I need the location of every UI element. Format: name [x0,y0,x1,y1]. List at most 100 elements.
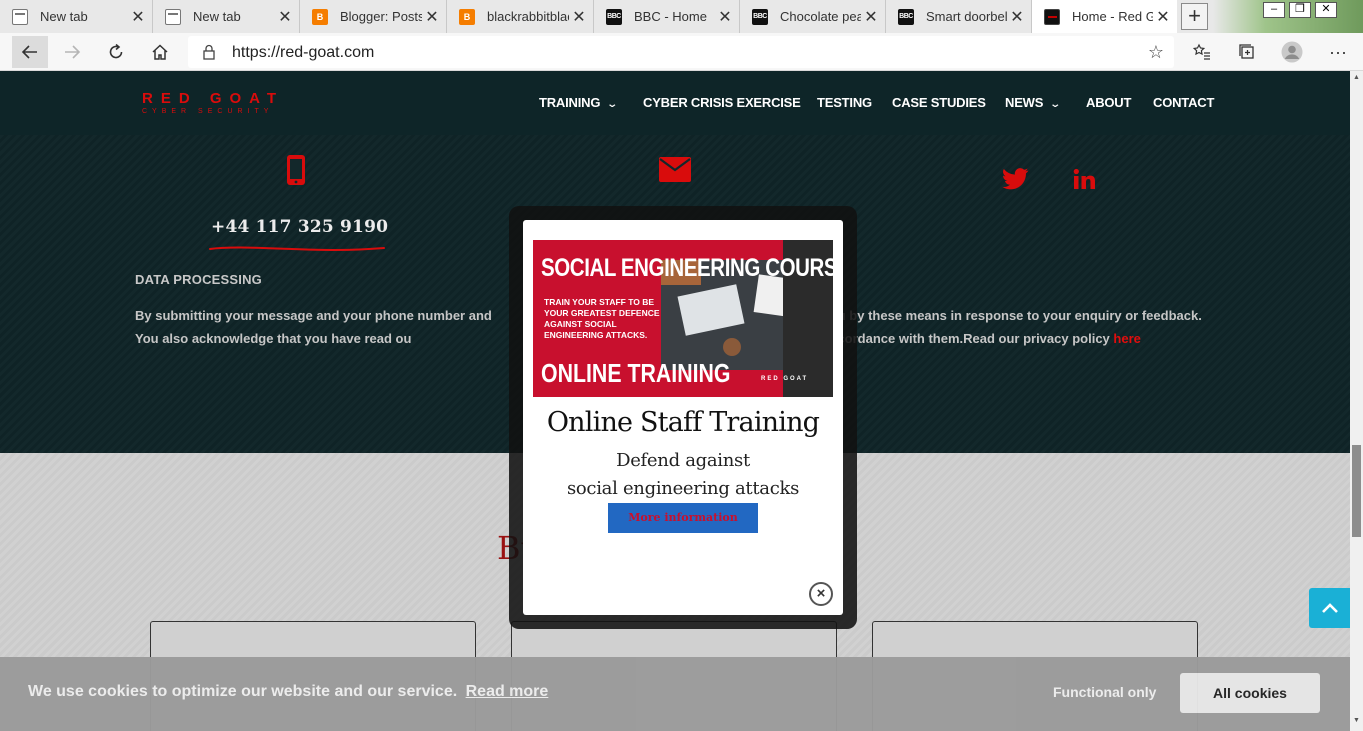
arrow-left-icon [21,45,37,59]
favorite-star-icon[interactable]: ☆ [1148,42,1164,63]
tab-title: Smart doorbell [926,9,1007,24]
tab-title: BBC - Home [634,9,707,24]
popup-title: Online Staff Training [546,407,820,438]
training-popup: SOCIAL ENGINEERING COURSE TRAIN YOUR STA… [523,220,843,615]
home-button[interactable] [144,36,176,68]
popup-subtitle-line1: Defend against [616,450,750,471]
bbc-icon: BBC [898,8,914,25]
browser-tab-active[interactable]: Home - Red G ✕ [1032,0,1177,33]
banner-title: SOCIAL ENGINEERING COURSE [541,254,833,282]
close-window-icon[interactable]: ✕ [1315,2,1337,18]
red-goat-icon [1044,8,1060,25]
restore-icon[interactable]: ❐ [1289,2,1311,18]
refresh-icon [109,43,123,59]
forward-button[interactable] [56,36,88,68]
new-tab-button[interactable]: + [1181,3,1208,30]
close-tab-icon[interactable]: ✕ [1153,7,1173,27]
chevron-down-icon: ⌄ [606,99,619,110]
scroll-up-icon[interactable]: ▲ [1353,74,1360,81]
browser-tab-strip: New tab ✕ New tab ✕ B Blogger: Posts ✕ B… [0,0,1363,33]
cookie-message: We use cookies to optimize our website a… [28,683,548,701]
tab-title: blackrabbitblac [487,9,569,24]
nav-news[interactable]: NEWS ⌄ [1005,95,1061,110]
close-tab-icon[interactable]: ✕ [422,7,442,27]
blogger-icon: B [312,8,328,25]
browser-toolbar: https://red-goat.com ☆ ··· [0,33,1363,71]
red-goat-logo[interactable]: RED GOAT CYBER SECURITY [142,90,284,115]
envelope-icon[interactable] [659,157,691,182]
popup-subtitle-line2: social engineering attacks [566,478,800,499]
nav-case-studies[interactable]: CASE STUDIES [892,95,986,110]
tab-title: Home - Red G [1072,9,1153,24]
nav-testing[interactable]: TESTING [817,95,872,110]
cookie-consent-bar: We use cookies to optimize our website a… [0,657,1350,731]
bbc-icon: BBC [606,8,622,25]
tab-title: New tab [40,9,88,24]
nav-cyber-crisis-exercise[interactable]: CYBER CRISIS EXERCISE [643,95,801,110]
back-button[interactable] [12,36,48,68]
close-tab-icon[interactable]: ✕ [1007,7,1027,27]
browser-tab[interactable]: B blackrabbitblac ✕ [447,0,594,33]
more-information-button[interactable]: More information [608,503,758,533]
dp-text-part: By submitting your message and your phon… [135,308,492,323]
tab-title: New tab [193,9,241,24]
back-to-top-button[interactable] [1309,588,1350,628]
scrollbar-thumb[interactable] [1352,445,1361,537]
logo-tagline: CYBER SECURITY [142,108,274,115]
favorites-button[interactable] [1186,36,1218,68]
cookie-message-text: We use cookies to optimize our website a… [28,683,458,700]
site-header: RED GOAT CYBER SECURITY TRAINING ⌄ CYBER … [0,71,1350,135]
phone-number[interactable]: +44 117 325 9190 [211,217,388,237]
home-icon [152,44,168,60]
address-bar[interactable]: https://red-goat.com ☆ [188,36,1174,68]
close-tab-icon[interactable]: ✕ [715,7,735,27]
tab-title: Chocolate pea [780,9,861,24]
close-tab-icon[interactable]: ✕ [128,7,148,27]
tab-title: Blogger: Posts [340,9,422,24]
browser-tab[interactable]: New tab ✕ [153,0,300,33]
twitter-icon[interactable] [1002,168,1029,190]
close-tab-icon[interactable]: ✕ [861,7,881,27]
course-banner-image[interactable]: SOCIAL ENGINEERING COURSE TRAIN YOUR STA… [533,240,833,397]
close-tab-icon[interactable]: ✕ [275,7,295,27]
browser-tab[interactable]: BBC BBC - Home ✕ [594,0,740,33]
close-tab-icon[interactable]: ✕ [569,7,589,27]
page-scrollbar[interactable]: ▲ ▼ [1350,71,1363,731]
logo-wordmark: RED GOAT [142,90,285,107]
browser-tab[interactable]: BBC Smart doorbell ✕ [886,0,1032,33]
more-menu-icon[interactable]: ··· [1322,36,1354,68]
blogger-icon: B [459,8,475,25]
cookie-read-more-link[interactable]: Read more [466,683,549,700]
arrow-right-icon [65,45,81,59]
profile-button[interactable] [1276,36,1308,68]
banner-bottom-text: ONLINE TRAINING [541,358,731,388]
linkedin-icon[interactable] [1073,168,1095,190]
collections-button[interactable] [1231,36,1263,68]
nav-about[interactable]: ABOUT [1086,95,1131,110]
minimize-icon[interactable]: – [1263,2,1285,18]
nav-training[interactable]: TRAINING ⌄ [539,95,619,110]
favorites-list-icon [1193,43,1210,60]
popup-close-button[interactable]: × [809,582,833,606]
scroll-down-icon[interactable]: ▼ [1353,717,1360,724]
url-text: https://red-goat.com [232,44,375,61]
all-cookies-button[interactable]: All cookies [1180,673,1320,713]
browser-tab[interactable]: New tab ✕ [0,0,153,33]
collections-icon [1239,44,1254,59]
lock-icon [203,44,215,60]
mobile-phone-icon[interactable] [285,154,307,186]
nav-news-label: NEWS [1005,95,1044,110]
nav-training-label: TRAINING [539,95,601,110]
banner-subtitle: TRAIN YOUR STAFF TO BE YOUR GREATEST DEF… [544,297,660,340]
browser-tab[interactable]: B Blogger: Posts ✕ [300,0,447,33]
popup-subtitle: Defend against social engineering attack… [523,447,843,503]
browser-tab[interactable]: BBC Chocolate pea ✕ [740,0,886,33]
data-processing-heading: DATA PROCESSING [135,272,262,287]
nav-contact[interactable]: CONTACT [1153,95,1214,110]
functional-only-button[interactable]: Functional only [1053,684,1156,700]
underline-swoosh [209,246,385,251]
page-viewport: RED GOAT CYBER SECURITY TRAINING ⌄ CYBER … [0,71,1350,731]
privacy-policy-link[interactable]: here [1113,331,1140,346]
refresh-button[interactable] [100,36,132,68]
avatar-icon [1281,41,1303,63]
